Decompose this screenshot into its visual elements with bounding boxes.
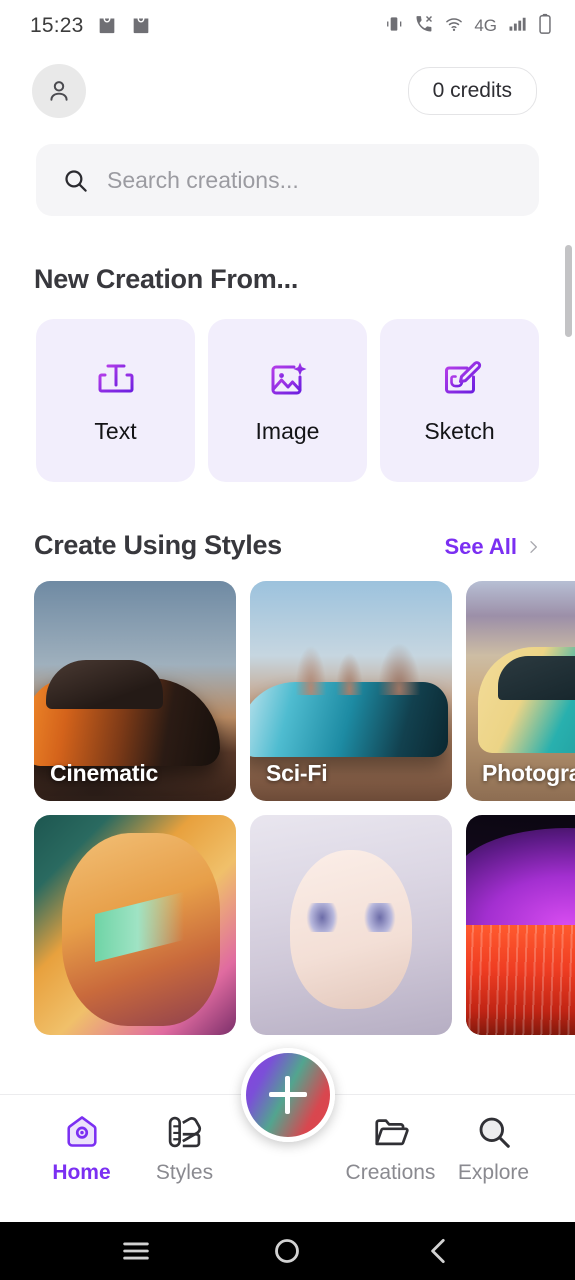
signal-bars-icon: [507, 14, 527, 39]
plus-icon: [268, 1076, 307, 1114]
avatar[interactable]: [32, 64, 86, 118]
search-section: Search creations...: [0, 130, 575, 216]
sketch-pencil-icon: [444, 361, 481, 394]
search-bar[interactable]: Search creations...: [36, 144, 539, 216]
system-navigation-bar: [0, 1222, 575, 1280]
battery-icon: [537, 13, 553, 40]
app-screen: 15:23 4G 0 credits Search creations... N…: [0, 0, 575, 1280]
create-from-sketch-card[interactable]: Sketch: [380, 319, 539, 482]
create-from-sketch-label: Sketch: [424, 418, 495, 444]
credits-badge[interactable]: 0 credits: [407, 67, 537, 115]
network-4g-label: 4G: [474, 16, 497, 35]
search-input[interactable]: Search creations...: [107, 167, 299, 194]
shopping-bag-icon: [130, 13, 152, 40]
new-creation-header: New Creation From...: [0, 264, 575, 295]
image-sparkle-icon: [271, 362, 306, 395]
chevron-left-icon[interactable]: [422, 1234, 456, 1268]
palette-icon: [168, 1116, 201, 1148]
create-from-image-card[interactable]: Image: [208, 319, 367, 482]
create-fab-button[interactable]: [240, 1048, 335, 1142]
style-card-photographic[interactable]: Photographic: [466, 581, 575, 801]
search-icon: [65, 169, 87, 192]
folder-icon: [374, 1119, 409, 1146]
app-header: 0 credits: [0, 52, 575, 130]
see-all-label: See All: [444, 534, 517, 559]
section-title-styles: Create Using Styles: [34, 530, 282, 560]
styles-grid: Cinematic Sci-Fi Photographic: [0, 581, 575, 1035]
create-from-image-label: Image: [255, 418, 320, 444]
status-time: 15:23: [30, 14, 84, 37]
nav-label-styles: Styles: [155, 1161, 214, 1184]
style-card-label: Photographic: [482, 760, 575, 786]
nav-label-home: Home: [52, 1161, 111, 1184]
home-icon: [66, 1116, 97, 1147]
status-bar-left: 15:23: [30, 13, 152, 40]
style-thumbnail: [34, 815, 236, 1035]
style-card-cinematic[interactable]: Cinematic: [34, 581, 236, 801]
chevron-right-icon: [530, 541, 537, 553]
wifi-icon: [444, 14, 464, 39]
nav-label-creations: Creations: [345, 1161, 436, 1184]
style-card-label: Sci-Fi: [266, 760, 328, 786]
status-bar: 15:23 4G: [0, 0, 575, 52]
status-bar-right: 4G: [384, 13, 553, 40]
style-card-label: Cinematic: [50, 760, 159, 786]
style-thumbnail: [466, 815, 575, 1035]
style-card-anime[interactable]: [250, 815, 452, 1035]
nav-label-explore: Explore: [457, 1161, 530, 1184]
vibrate-icon: [384, 14, 404, 39]
text-box-icon: [98, 364, 133, 393]
style-card-sci-fi[interactable]: Sci-Fi: [250, 581, 452, 801]
style-card-neon[interactable]: [466, 815, 575, 1035]
vertical-scrollbar[interactable]: [565, 245, 572, 337]
shopping-bag-icon: [96, 13, 118, 40]
new-creation-options: Text Image Sketch: [0, 319, 575, 482]
circle-icon[interactable]: [270, 1234, 304, 1268]
section-title-new-creation: New Creation From...: [34, 264, 299, 294]
create-from-text-label: Text: [94, 418, 137, 444]
call-mute-icon: [414, 14, 434, 39]
create-from-text-card[interactable]: Text: [36, 319, 195, 482]
nav-item-explore[interactable]: Explore: [442, 1113, 545, 1185]
styles-section-header: Create Using Styles See All: [0, 530, 575, 561]
style-card-comic[interactable]: [34, 815, 236, 1035]
see-all-button[interactable]: See All: [444, 534, 541, 560]
style-thumbnail: [250, 815, 452, 1035]
menu-icon[interactable]: [119, 1234, 153, 1268]
nav-item-styles[interactable]: Styles: [133, 1113, 236, 1185]
nav-item-home[interactable]: Home: [30, 1113, 133, 1185]
nav-item-creations[interactable]: Creations: [339, 1113, 442, 1185]
search-icon: [479, 1117, 510, 1148]
person-icon: [50, 81, 68, 101]
